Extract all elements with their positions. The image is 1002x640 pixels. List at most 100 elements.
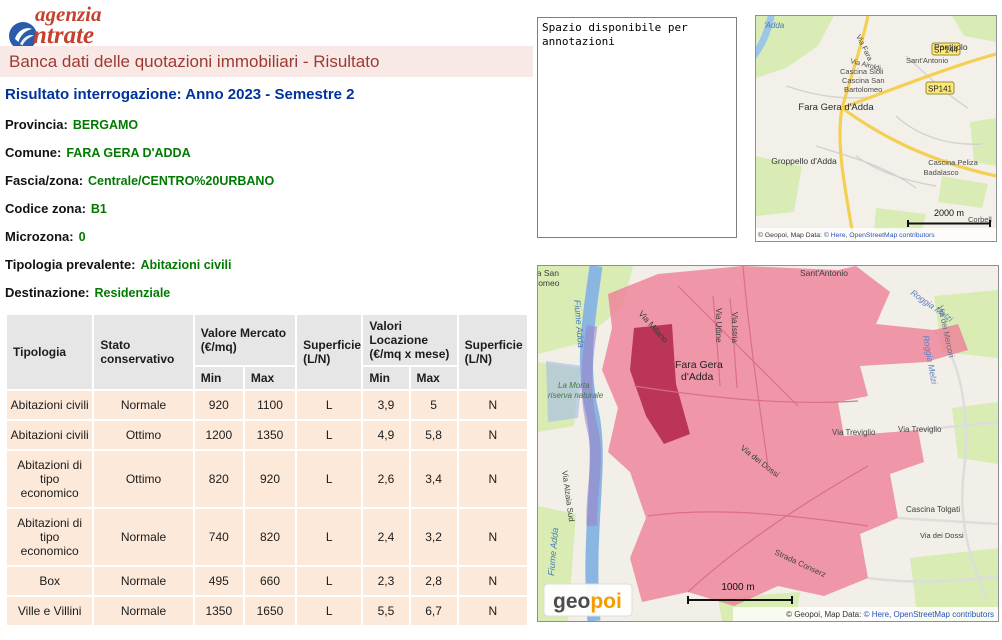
col-header-tipologia: Tipologia xyxy=(7,315,92,389)
cell-vl-min: 2,3 xyxy=(363,567,408,595)
map-label-la-morta-1: La Morta xyxy=(558,381,590,390)
field-label: Provincia: xyxy=(5,117,68,132)
attribution-text: © Geopoi, Map Data: xyxy=(786,610,864,619)
quotations-table: Tipologia Stato conservativo Valore Merc… xyxy=(5,313,529,627)
cell-tipologia: Box xyxy=(7,567,92,595)
map-label-cascina-peliza: Cascina Peliza xyxy=(928,158,978,167)
cell-vl-max: 3,4 xyxy=(411,451,457,507)
cell-vm-max: 660 xyxy=(245,567,295,595)
table-row: Abitazioni civili Normale 920 1100 L 3,9… xyxy=(7,391,527,419)
road-badge-sp141: SP141 xyxy=(926,82,954,94)
cell-superficie-mercato: L xyxy=(297,451,361,507)
svg-text:1000 m: 1000 m xyxy=(721,582,754,593)
cell-superficie-locazione: N xyxy=(459,391,527,419)
table-row: Ville e Villini Normale 1350 1650 L 5,5 … xyxy=(7,597,527,625)
field-label: Destinazione: xyxy=(5,285,90,300)
map-label-via-treviglio-1: Via Treviglio xyxy=(832,428,876,437)
map-label-via-istria: Via Istria xyxy=(730,312,739,344)
field-label: Comune: xyxy=(5,145,61,160)
field-codice-zona: Codice zona:B1 xyxy=(5,201,533,217)
field-value: B1 xyxy=(91,202,107,216)
cell-superficie-locazione: N xyxy=(459,567,527,595)
cell-vl-max: 3,2 xyxy=(411,509,457,565)
field-label: Tipologia prevalente: xyxy=(5,257,136,272)
cell-vm-min: 740 xyxy=(195,509,243,565)
cell-vm-max: 820 xyxy=(245,509,295,565)
cell-vl-min: 2,4 xyxy=(363,509,408,565)
geopoi-logo-poi: poi xyxy=(590,590,622,613)
cell-vm-min: 495 xyxy=(195,567,243,595)
geopoi-logo[interactable]: geopoi xyxy=(544,584,632,616)
cell-vl-min: 2,6 xyxy=(363,451,408,507)
cell-vl-max: 5,8 xyxy=(411,421,457,449)
cell-vl-max: 6,7 xyxy=(411,597,457,625)
field-value: Residenziale xyxy=(95,286,171,300)
map-label-groppello-dadda: Groppello d'Adda xyxy=(771,156,837,166)
map-label-fara-gera-1: Fara Gera xyxy=(675,359,723,371)
cell-vm-min: 820 xyxy=(195,451,243,507)
map-label-cascina-tolgati: Cascina Tolgati xyxy=(906,505,960,514)
field-value: BERGAMO xyxy=(73,118,138,132)
cell-superficie-locazione: N xyxy=(459,451,527,507)
cell-vm-min: 920 xyxy=(195,391,243,419)
result-panel: Risultato interrogazione: Anno 2023 - Se… xyxy=(5,86,533,627)
field-value: 0 xyxy=(79,230,86,244)
here-link[interactable]: © Here xyxy=(824,231,846,239)
osm-link[interactable]: OpenStreetMap contributors xyxy=(849,232,935,239)
field-value: FARA GERA D'ADDA xyxy=(66,146,190,160)
svg-text:geopoi: geopoi xyxy=(553,590,622,613)
field-value: Abitazioni civili xyxy=(141,258,232,272)
cell-vm-min: 1350 xyxy=(195,597,243,625)
cell-vm-max: 1650 xyxy=(245,597,295,625)
cell-stato: Normale xyxy=(94,597,192,625)
field-destinazione: Destinazione: Residenziale xyxy=(5,285,533,301)
osm-link[interactable]: OpenStreetMap contributors xyxy=(894,610,995,619)
map-label-pontirolo: Pontirolo xyxy=(934,42,968,52)
cell-superficie-mercato: L xyxy=(297,509,361,565)
cell-stato: Normale xyxy=(94,567,192,595)
field-label: Fascia/zona: xyxy=(5,173,83,188)
field-microzona: Microzona:0 xyxy=(5,229,533,245)
map-label-cascina-sioli: Cascina Sioli xyxy=(840,67,884,76)
cell-superficie-mercato: L xyxy=(297,391,361,419)
map-label-fara-san-1: Fara San xyxy=(538,268,559,278)
map-label-la-morta-2: riserva naturale xyxy=(548,391,604,400)
cell-stato: Normale xyxy=(94,509,192,565)
overview-map[interactable]: SP144 SP141 'Adda Via Fara Pontirolo Via… xyxy=(755,15,997,242)
cell-tipologia: Abitazioni di tipo economico xyxy=(7,451,92,507)
map-label-via-udine: Via Udine xyxy=(714,308,723,343)
geopoi-logo-geo: geo xyxy=(553,590,590,613)
table-row: Abitazioni civili Ottimo 1200 1350 L 4,9… xyxy=(7,421,527,449)
map-attribution: © Geopoi, Map Data: © Here, OpenStreetMa… xyxy=(756,228,996,241)
svg-text:© Geopoi, Map Data: © Here, Op: © Geopoi, Map Data: © Here, OpenStreetMa… xyxy=(786,610,994,619)
cell-tipologia: Abitazioni civili xyxy=(7,421,92,449)
cell-superficie-locazione: N xyxy=(459,421,527,449)
col-header-valore-mercato: Valore Mercato (€/mq) xyxy=(195,315,295,365)
here-link[interactable]: © Here xyxy=(864,610,890,619)
cell-vl-min: 5,5 xyxy=(363,597,408,625)
cell-superficie-mercato: L xyxy=(297,597,361,625)
map-label-cascina-san: Cascina San xyxy=(842,76,885,85)
annotations-textarea[interactable]: Spazio disponibile per annotazioni xyxy=(537,17,737,238)
cell-superficie-locazione: N xyxy=(459,509,527,565)
table-header-row: Tipologia Stato conservativo Valore Merc… xyxy=(7,315,527,365)
agenzia-entrate-logo[interactable]: agenzia ntrate xyxy=(8,4,102,51)
cell-stato: Ottimo xyxy=(94,421,192,449)
cell-vl-min: 4,9 xyxy=(363,421,408,449)
cell-vm-max: 920 xyxy=(245,451,295,507)
table-row: Abitazioni di tipo economico Normale 740… xyxy=(7,509,527,565)
cell-tipologia: Abitazioni civili xyxy=(7,391,92,419)
col-header-superficie-mercato: Superficie (L/N) xyxy=(297,315,361,389)
cell-stato: Ottimo xyxy=(94,451,192,507)
svg-text:2000 m: 2000 m xyxy=(934,208,964,218)
col-header-min: Min xyxy=(195,367,243,389)
field-provincia: Provincia: BERGAMO xyxy=(5,117,533,133)
map-label-fara-gera-dadda: Fara Gera d'Adda xyxy=(798,102,874,113)
cell-stato: Normale xyxy=(94,391,192,419)
col-header-valori-locazione: Valori Locazione (€/mq x mese) xyxy=(363,315,456,365)
cell-vm-max: 1100 xyxy=(245,391,295,419)
col-header-max: Max xyxy=(245,367,295,389)
field-tipologia-prevalente: Tipologia prevalente: Abitazioni civili xyxy=(5,257,533,273)
zone-map[interactable]: Fara San Bartolomeo Sant'Antonio Roggia … xyxy=(537,265,999,622)
result-heading: Risultato interrogazione: Anno 2023 - Se… xyxy=(5,86,533,103)
